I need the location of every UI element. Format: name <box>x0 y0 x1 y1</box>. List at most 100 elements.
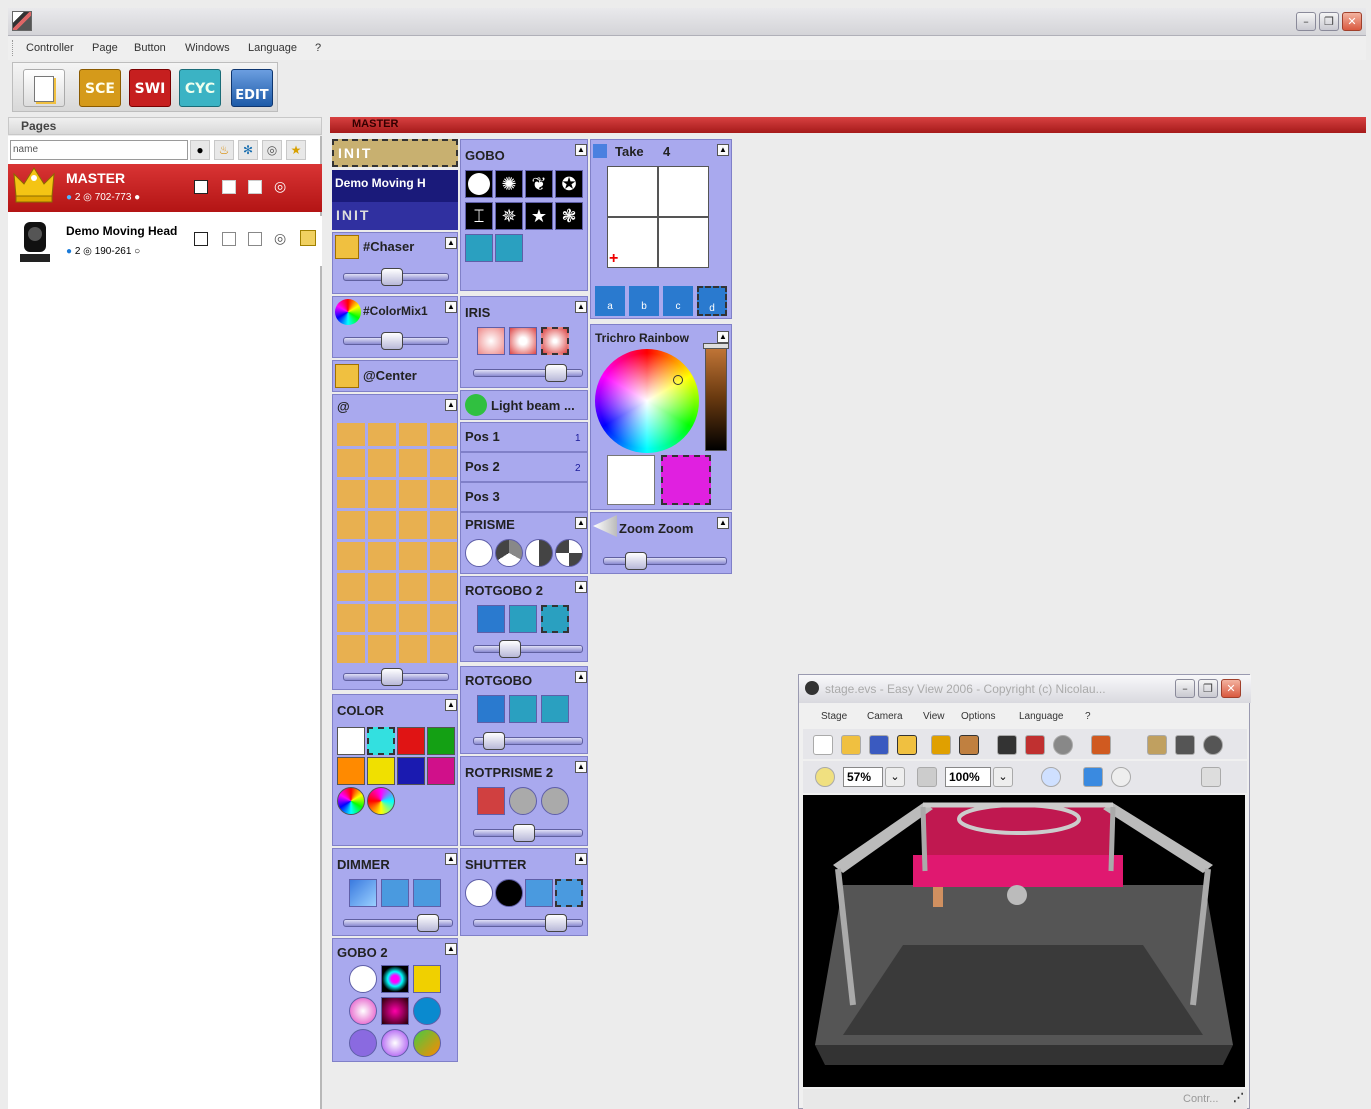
color-swatch[interactable] <box>337 757 365 785</box>
fit-icon[interactable] <box>1083 767 1103 787</box>
rotprisme2-slider-knob[interactable] <box>513 824 535 842</box>
settings-icon[interactable] <box>1147 735 1167 755</box>
init-button[interactable]: INIT <box>332 139 458 167</box>
gobo2-swirl-icon[interactable] <box>349 997 377 1025</box>
take-tab-a[interactable]: a <box>595 286 625 316</box>
maximize-button[interactable]: ❐ <box>1319 12 1339 31</box>
color-swatch[interactable] <box>367 727 395 755</box>
gobo2-star-icon[interactable] <box>381 1029 409 1057</box>
new-page-button[interactable] <box>23 69 65 107</box>
at-panel-collapse-button[interactable]: ▲ <box>445 399 457 411</box>
zoom-slider[interactable] <box>603 557 727 565</box>
gobo2-spiral-icon[interactable] <box>413 965 441 993</box>
gobo-star-icon[interactable]: ★ <box>525 202 553 230</box>
flame-icon[interactable]: ♨ <box>214 140 234 160</box>
zoom-in-icon[interactable] <box>1041 767 1061 787</box>
take-tab-d[interactable]: d <box>697 286 727 316</box>
light-beam-panel[interactable]: Light beam ... <box>460 390 588 420</box>
demo-moving-head-button[interactable]: Demo Moving H <box>332 170 458 202</box>
shutter-pulse-icon[interactable] <box>525 879 553 907</box>
color-preview-magenta[interactable] <box>661 455 711 505</box>
menu-controller[interactable]: Controller <box>26 42 74 54</box>
prisme-collapse-button[interactable]: ▲ <box>575 517 587 529</box>
ev-menu-options[interactable]: Options <box>961 711 995 722</box>
stage-3d-view[interactable] <box>803 795 1245 1087</box>
rotprisme2-rotate-right-icon[interactable] <box>541 787 569 815</box>
color-swatch[interactable] <box>427 727 455 755</box>
prisme-linear-icon[interactable] <box>525 539 553 567</box>
camera-icon[interactable] <box>1175 735 1195 755</box>
hand-icon[interactable] <box>897 735 917 755</box>
snowflake-icon[interactable]: ✻ <box>238 140 258 160</box>
take-grid-cell[interactable] <box>607 166 658 217</box>
rotgobo2-rotate-right-icon[interactable] <box>541 605 569 633</box>
gobo-flower-icon[interactable]: ❃ <box>555 202 583 230</box>
easy-view-maximize-button[interactable]: ❐ <box>1198 679 1218 698</box>
take-grid-cell[interactable] <box>658 217 709 268</box>
iris-pulse-icon[interactable] <box>509 327 537 355</box>
chaser-collapse-button[interactable]: ▲ <box>445 237 457 249</box>
ev-menu-camera[interactable]: Camera <box>867 711 903 722</box>
frame-icon[interactable] <box>917 767 937 787</box>
page-item-demo-moving-head[interactable]: Demo Moving Head ● 2 ◎ 190-261 ○ ◎ <box>8 216 322 266</box>
page-target-icon[interactable]: ◎ <box>274 230 290 246</box>
target-icon[interactable]: ◎ <box>262 140 282 160</box>
person-icon[interactable] <box>997 735 1017 755</box>
menu-page[interactable]: Page <box>92 42 118 54</box>
color-preview-white[interactable] <box>607 455 655 505</box>
cycle-button[interactable]: CYC <box>179 69 221 107</box>
rotprisme2-off-icon[interactable] <box>477 787 505 815</box>
gobo2-open-icon[interactable] <box>349 965 377 993</box>
fixture-tool-icon[interactable] <box>959 735 979 755</box>
init-button-2[interactable]: INIT <box>332 202 458 230</box>
star-icon[interactable]: ★ <box>286 140 306 160</box>
dimmer-slider-knob[interactable] <box>417 914 439 932</box>
menu-help[interactable]: ? <box>315 42 321 54</box>
shutter-slider-knob[interactable] <box>545 914 567 932</box>
page-check-1[interactable] <box>222 232 236 246</box>
lightbulb-icon[interactable] <box>815 767 835 787</box>
scale-field[interactable]: 100% <box>945 767 991 787</box>
dimmer-pulse-icon[interactable] <box>413 879 441 907</box>
gobo2-dots-icon[interactable] <box>381 965 409 993</box>
zoom-out-icon[interactable] <box>1111 767 1131 787</box>
color-rainbow-icon[interactable] <box>337 787 365 815</box>
rotprisme2-collapse-button[interactable]: ▲ <box>575 761 587 773</box>
gobo2-ball-icon[interactable] <box>413 1029 441 1057</box>
ev-menu-view[interactable]: View <box>923 711 945 722</box>
open-folder-icon[interactable] <box>841 735 861 755</box>
gobo-rotate-left-icon[interactable] <box>465 234 493 262</box>
page-eye-toggle[interactable] <box>194 180 208 194</box>
iris-close-icon[interactable] <box>541 327 569 355</box>
sphere-icon[interactable] <box>1053 735 1073 755</box>
minimize-button[interactable]: – <box>1296 12 1316 31</box>
scale-dropdown-button[interactable]: ⌄ <box>993 767 1013 787</box>
zoom-slider-knob[interactable] <box>625 552 647 570</box>
pos1-button[interactable]: Pos 1 1 <box>460 422 588 452</box>
rotgobo-index-icon[interactable] <box>477 695 505 723</box>
page-target-icon[interactable]: ◎ <box>274 178 290 194</box>
iris-collapse-button[interactable]: ▲ <box>575 301 587 313</box>
dimmer-collapse-button[interactable]: ▲ <box>445 853 457 865</box>
edit-button[interactable]: EDIT <box>231 69 273 107</box>
light-tool-icon[interactable] <box>931 735 951 755</box>
rotgobo-rotate-right-icon[interactable] <box>541 695 569 723</box>
gobo2-burst-icon[interactable] <box>381 997 409 1025</box>
zoom-collapse-button[interactable]: ▲ <box>717 517 729 529</box>
car-icon[interactable] <box>1091 735 1111 755</box>
take-tab-c[interactable]: c <box>663 286 693 316</box>
save-icon[interactable] <box>869 735 889 755</box>
gobo-rotate-right-icon[interactable] <box>495 234 523 262</box>
color-random-icon[interactable] <box>367 787 395 815</box>
take-collapse-button[interactable]: ▲ <box>717 144 729 156</box>
scene-button[interactable]: SCE <box>79 69 121 107</box>
gobo-ring-icon[interactable]: ✪ <box>555 170 583 198</box>
gobo2-fan-icon[interactable] <box>413 997 441 1025</box>
shutter-collapse-button[interactable]: ▲ <box>575 853 587 865</box>
brightness-knob[interactable] <box>703 343 729 349</box>
close-button[interactable]: ✕ <box>1342 12 1362 31</box>
page-item-master[interactable]: MASTER ● 2 ◎ 702-773 ● ◎ <box>8 164 322 212</box>
iris-slider-knob[interactable] <box>545 364 567 382</box>
color-picker-cursor[interactable] <box>673 375 683 385</box>
prisme-3facet-icon[interactable] <box>495 539 523 567</box>
